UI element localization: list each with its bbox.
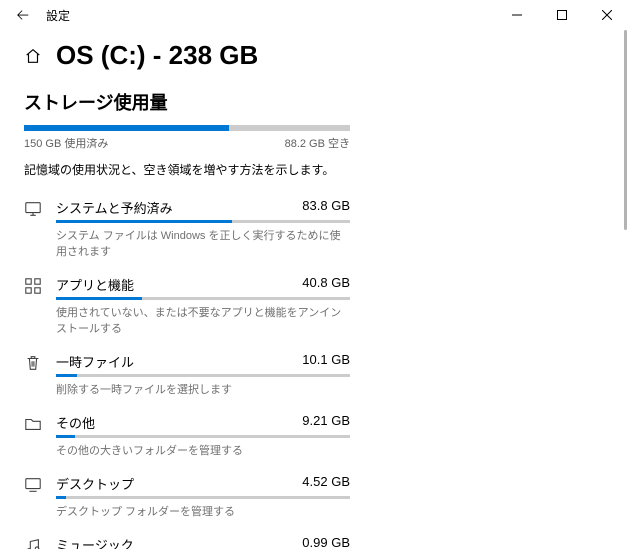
category-name: ミュージック (56, 535, 134, 549)
category-body: アプリと機能 40.8 GB 使用されていない、または不要なアプリと機能をアンインス… (56, 275, 350, 336)
category-name: アプリと機能 (56, 275, 134, 294)
desktop-icon (24, 474, 44, 519)
minimize-button[interactable] (494, 0, 539, 30)
free-label: 88.2 GB 空き (285, 135, 350, 151)
close-button[interactable] (584, 0, 629, 30)
close-icon (602, 10, 612, 20)
window-controls (494, 0, 629, 30)
category-bar (56, 297, 350, 300)
category-hint: その他の大きいフォルダーを管理する (56, 442, 350, 458)
home-button[interactable] (24, 47, 42, 65)
used-label: 150 GB 使用済み (24, 135, 108, 151)
category-body: システムと予約済み 83.8 GB システム ファイルは Windows を正しく実… (56, 198, 350, 259)
category-name: デスクトップ (56, 474, 134, 493)
category-size: 83.8 GB (302, 198, 350, 217)
page-header: OS (C:) - 238 GB (24, 40, 605, 71)
maximize-button[interactable] (539, 0, 584, 30)
category-bar (56, 374, 350, 377)
folder-icon (24, 413, 44, 458)
category-bar (56, 220, 350, 223)
category-list: システムと予約済み 83.8 GB システム ファイルは Windows を正しく実… (24, 188, 350, 549)
storage-description: 記憶域の使用状況と、空き領域を増やす方法を示します。 (24, 161, 605, 178)
category-body: デスクトップ 4.52 GB デスクトップ フォルダーを管理する (56, 474, 350, 519)
apps-icon (24, 275, 44, 336)
category-body: その他 9.21 GB その他の大きいフォルダーを管理する (56, 413, 350, 458)
category-size: 4.52 GB (302, 474, 350, 493)
overall-usage-bar (24, 125, 350, 131)
category-hint: システム ファイルは Windows を正しく実行するために使用されます (56, 227, 350, 259)
category-size: 0.99 GB (302, 535, 350, 549)
titlebar: 設定 (0, 0, 629, 30)
category-size: 40.8 GB (302, 275, 350, 294)
category-hint: 削除する一時ファイルを選択します (56, 381, 350, 397)
category-bar (56, 435, 350, 438)
category-item[interactable]: その他 9.21 GB その他の大きいフォルダーを管理する (24, 403, 350, 464)
trash-icon (24, 352, 44, 397)
section-title: ストレージ使用量 (24, 89, 605, 115)
settings-window: 設定 OS (C:) - 238 GB ストレージ使用量 150 GB (0, 0, 629, 549)
content-area: OS (C:) - 238 GB ストレージ使用量 150 GB 使用済み 88… (0, 30, 629, 549)
category-item[interactable]: デスクトップ 4.52 GB デスクトップ フォルダーを管理する (24, 464, 350, 525)
category-name: 一時ファイル (56, 352, 134, 371)
category-size: 9.21 GB (302, 413, 350, 432)
minimize-icon (512, 10, 522, 20)
maximize-icon (557, 10, 567, 20)
music-icon (24, 535, 44, 549)
category-size: 10.1 GB (302, 352, 350, 371)
window-title: 設定 (46, 7, 70, 24)
monitor-icon (24, 198, 44, 259)
arrow-left-icon (16, 8, 30, 22)
back-button[interactable] (8, 8, 38, 22)
category-bar (56, 496, 350, 499)
category-hint: 使用されていない、または不要なアプリと機能をアンインストールする (56, 304, 350, 336)
category-item[interactable]: システムと予約済み 83.8 GB システム ファイルは Windows を正しく実… (24, 188, 350, 265)
category-item[interactable]: 一時ファイル 10.1 GB 削除する一時ファイルを選択します (24, 342, 350, 403)
category-body: 一時ファイル 10.1 GB 削除する一時ファイルを選択します (56, 352, 350, 397)
page-title: OS (C:) - 238 GB (56, 40, 258, 71)
category-item[interactable]: ミュージック0.99 GBミュージック フォルダーを管理する (24, 525, 350, 549)
category-hint: デスクトップ フォルダーを管理する (56, 503, 350, 519)
category-body: ミュージック0.99 GBミュージック フォルダーを管理する (56, 535, 350, 549)
category-item[interactable]: アプリと機能 40.8 GB 使用されていない、または不要なアプリと機能をアンインス… (24, 265, 350, 342)
home-icon (24, 47, 42, 65)
category-name: システムと予約済み (56, 198, 173, 217)
overall-usage-labels: 150 GB 使用済み 88.2 GB 空き (24, 135, 350, 151)
category-name: その他 (56, 413, 95, 432)
